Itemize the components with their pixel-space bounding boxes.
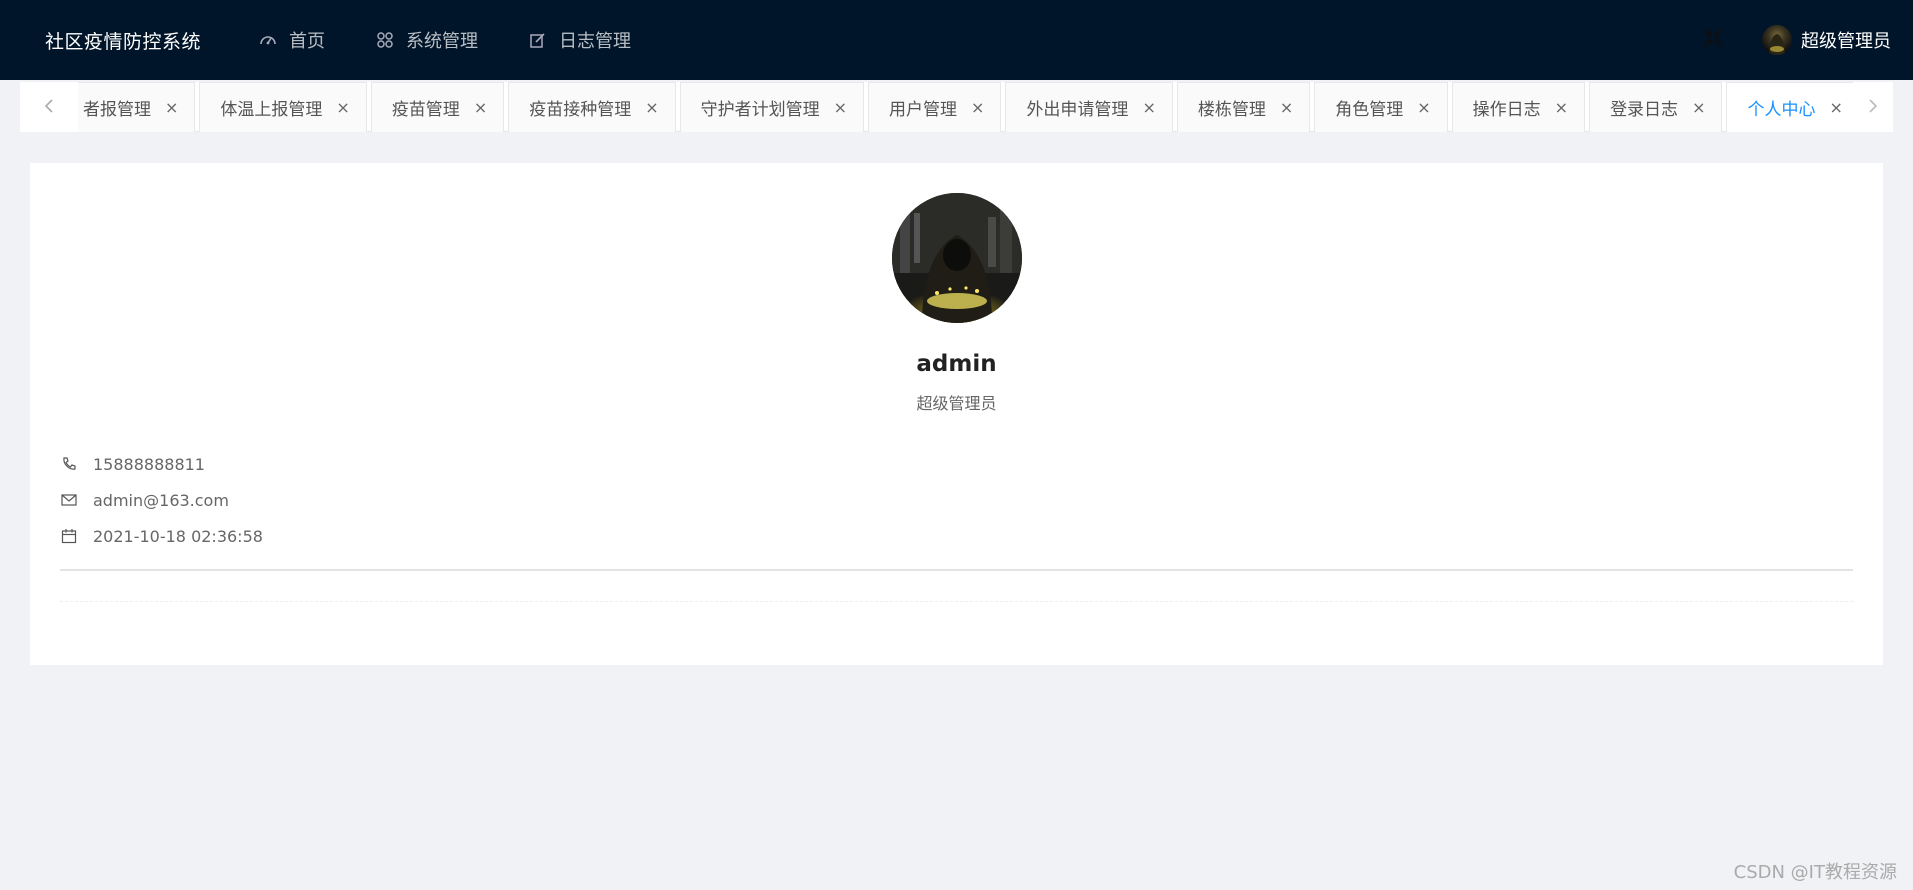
nav-label-system: 系统管理 [406, 31, 478, 52]
chevron-left-icon [44, 97, 54, 118]
tabs-track: 者报管理 × 体温上报管理 × 疫苗管理 × 疫苗接种管理 × 守护者计划管理 × 用户管… [78, 82, 1864, 132]
edit-icon [528, 30, 548, 50]
close-icon[interactable]: × [1280, 98, 1293, 117]
tab-label: 登录日志 [1610, 100, 1679, 120]
user-menu[interactable]: 超级管理员 [1762, 25, 1891, 55]
close-icon[interactable]: × [1555, 98, 1568, 117]
dashboard-icon [258, 30, 278, 50]
info-row-phone: 15888888811 [60, 446, 263, 482]
profile-info-list: 15888888811 admin@163.com 2021-10-18 02:… [60, 446, 263, 554]
user-name: 超级管理员 [1801, 31, 1891, 52]
phone-icon [60, 455, 78, 473]
nav-item-home[interactable]: 首页 [258, 0, 349, 80]
avatar [1762, 25, 1792, 55]
tab-operation-log[interactable]: 操作日志 × [1451, 82, 1586, 132]
tab-label: 守护者计划管理 [700, 100, 820, 120]
profile-role: 超级管理员 [916, 394, 997, 413]
tab-label: 疫苗接种管理 [529, 100, 632, 120]
tab-label: 外出申请管理 [1026, 100, 1129, 120]
close-icon[interactable]: × [1829, 98, 1842, 117]
tab-label: 个人中心 [1747, 100, 1816, 120]
close-icon[interactable]: × [1692, 98, 1705, 117]
tabs-scroll-area: 者报管理 × 体温上报管理 × 疫苗管理 × 疫苗接种管理 × 守护者计划管理 × 用户管… [78, 82, 1913, 132]
tab-label: 者报管理 [83, 100, 151, 120]
created-at-value: 2021-10-18 02:36:58 [93, 526, 263, 546]
tab-label: 疫苗管理 [391, 100, 460, 120]
divider [60, 601, 1853, 602]
fullscreen-button[interactable] [1698, 25, 1728, 55]
watermark: CSDN @IT教程资源 [1733, 862, 1897, 883]
header-right: 超级管理员 [1698, 0, 1913, 80]
close-icon[interactable]: × [834, 98, 847, 117]
info-row-date: 2021-10-18 02:36:58 [60, 518, 263, 554]
tab-roles[interactable]: 角色管理 × [1314, 82, 1448, 132]
close-icon[interactable]: × [1417, 98, 1430, 117]
fullscreen-exit-icon [1702, 27, 1724, 53]
close-icon[interactable]: × [474, 98, 487, 117]
email-value: admin@163.com [93, 490, 229, 510]
tab-buildings[interactable]: 楼栋管理 × [1176, 82, 1311, 132]
tab-vaccination[interactable]: 疫苗接种管理 × [508, 82, 676, 132]
tab-login-log[interactable]: 登录日志 × [1589, 82, 1723, 132]
tab-guardian-plan[interactable]: 守护者计划管理 × [679, 82, 865, 132]
nav-label-home: 首页 [289, 31, 325, 52]
tab-outing-request[interactable]: 外出申请管理 × [1005, 82, 1173, 132]
tabs-scroll-left-button[interactable] [20, 82, 78, 132]
phone-value: 15888888811 [93, 454, 205, 474]
app-title: 社区疫情防控系统 [45, 30, 202, 53]
tab-personal-center[interactable]: 个人中心 × [1726, 82, 1860, 132]
tab-label: 体温上报管理 [220, 100, 323, 120]
tab-label: 角色管理 [1335, 100, 1404, 120]
nav-item-system[interactable]: 系统管理 [375, 0, 502, 80]
close-icon[interactable]: × [336, 98, 349, 117]
close-icon[interactable]: × [645, 98, 658, 117]
divider [60, 569, 1853, 571]
tab-label: 用户管理 [889, 100, 958, 120]
tab-health-report[interactable]: 者报管理 × [78, 82, 196, 132]
profile-card: admin 超级管理员 15888888811 admin@163.com 20… [30, 163, 1883, 665]
top-nav: 首页 系统管理 日志管理 [258, 0, 681, 80]
profile-name: admin [916, 351, 997, 377]
appstore-icon [375, 30, 395, 50]
tab-label: 操作日志 [1472, 100, 1541, 120]
mail-icon [60, 491, 78, 509]
tab-users[interactable]: 用户管理 × [868, 82, 1002, 132]
top-header: 社区疫情防控系统 首页 系统管理 日志管理 超级管理员 [0, 0, 1913, 80]
nav-item-logs[interactable]: 日志管理 [528, 0, 655, 80]
close-icon[interactable]: × [165, 98, 178, 117]
tab-vaccine[interactable]: 疫苗管理 × [370, 82, 505, 132]
info-row-email: admin@163.com [60, 482, 263, 518]
nav-label-logs: 日志管理 [559, 31, 631, 52]
avatar [892, 193, 1022, 323]
tabs-scroll-right-button[interactable] [1853, 82, 1893, 132]
close-icon[interactable]: × [1142, 98, 1155, 117]
tabs-bar: 者报管理 × 体温上报管理 × 疫苗管理 × 疫苗接种管理 × 守护者计划管理 × 用户管… [20, 82, 1893, 132]
tab-label: 楼栋管理 [1197, 100, 1266, 120]
chevron-right-icon [1868, 97, 1878, 118]
tab-temperature-report[interactable]: 体温上报管理 × [199, 82, 367, 132]
calendar-icon [60, 527, 78, 545]
close-icon[interactable]: × [971, 98, 984, 117]
